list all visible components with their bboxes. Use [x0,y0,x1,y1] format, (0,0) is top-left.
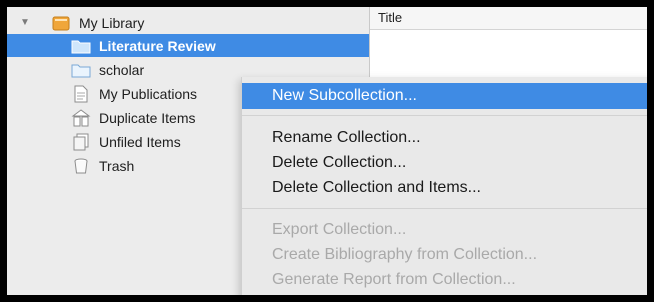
delete-collection-menu-item[interactable]: Delete Collection... [242,150,647,176]
document-icon [71,85,91,103]
create-bibliography-menu-item: Create Bibliography from Collection... [272,246,538,263]
folder-icon [71,37,91,55]
duplicate-items-label: Duplicate Items [99,109,196,126]
collection-label: Literature Review [99,37,216,54]
collection-label: scholar [99,61,145,78]
library-label: My Library [79,14,145,31]
collection-context-menu: New Subcollection... Rename Collection..… [241,77,647,295]
menu-separator [242,115,647,116]
menu-separator [242,208,647,209]
library-row[interactable]: ▼ My Library [7,11,369,34]
unfiled-items-icon [71,133,91,151]
unfiled-items-label: Unfiled Items [99,133,181,150]
generate-report-menu-item: Generate Report from Collection... [272,271,516,288]
library-icon [51,14,71,32]
collection-literature-review[interactable]: Literature Review [7,34,369,57]
delete-collection-and-items-menu-item[interactable]: Delete Collection and Items... [242,175,647,201]
trash-icon [71,157,91,175]
export-collection-menu-item: Export Collection... [272,221,407,238]
zotero-window: ▼ My Library Literature Review scholar M… [7,7,647,295]
new-subcollection-menu-item[interactable]: New Subcollection... [242,83,647,109]
folder-icon [71,61,91,79]
duplicate-items-icon [71,108,91,127]
disclosure-triangle-icon[interactable]: ▼ [20,17,30,28]
title-column-header[interactable]: Title [370,7,647,30]
my-publications-label: My Publications [99,85,198,102]
rename-collection-menu-item[interactable]: Rename Collection... [242,125,647,151]
trash-label: Trash [99,157,135,174]
